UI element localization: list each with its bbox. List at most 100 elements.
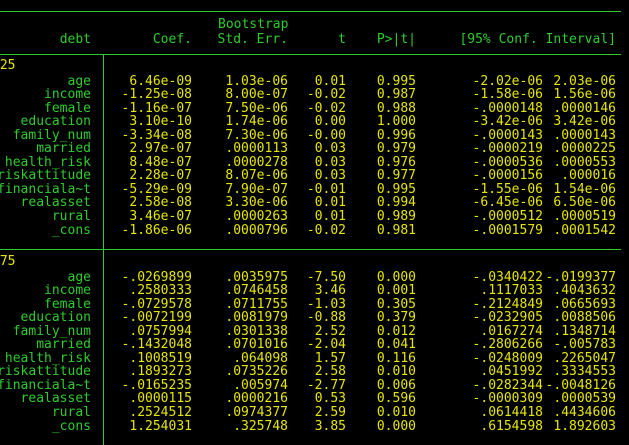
col-p-header: P>|t| <box>376 32 416 47</box>
coef-value: .0000115 <box>129 391 192 407</box>
table-row: education 3.10e-10 1.74e-06 0.00 1.000 -3.42e… <box>0 115 629 129</box>
variable-name: riskattitude <box>0 168 91 184</box>
stderr-value: 1.74e-06 <box>225 114 288 130</box>
ci-upper-value: .000016 <box>561 168 616 184</box>
table-row: realasset 2.58e-08 3.30e-06 0.01 0.994 -6.45e… <box>0 196 629 210</box>
coef-value: -.0072199 <box>121 310 192 326</box>
p-value: 0.012 <box>376 323 416 339</box>
p-value: 0.996 <box>376 127 416 143</box>
ci-upper-value: 3.42e-06 <box>553 114 616 130</box>
p-value: 0.041 <box>376 337 416 353</box>
ci-upper-value: -.005783 <box>553 337 616 353</box>
t-value: -1.03 <box>306 296 346 312</box>
p-value: 0.305 <box>376 296 416 312</box>
table-row: financiala~t -5.29e-09 7.90e-07 -0.01 0.995-… <box>0 183 629 197</box>
t-value: 0.03 <box>314 141 346 157</box>
ci-upper-value: -.0199377 <box>545 269 616 285</box>
ci-upper-value: .1348714 <box>553 323 616 339</box>
variable-name: income <box>44 87 91 103</box>
stderr-value: .0000113 <box>225 141 288 157</box>
t-value: -7.50 <box>306 269 346 285</box>
table-top-rule <box>0 11 621 12</box>
group-label-row: q75 <box>0 255 629 269</box>
t-value: 2.58 <box>314 364 346 380</box>
ci-upper-value: 2.03e-06 <box>553 73 616 89</box>
p-value: 0.981 <box>376 222 416 238</box>
p-value: 0.000 <box>376 269 416 285</box>
table-row: _cons -1.86e-06.0000796 -0.02 0.981 -.000157… <box>0 224 629 238</box>
p-value: 0.979 <box>376 141 416 157</box>
coef-value: .2580333 <box>129 283 192 299</box>
coef-value: -1.25e-08 <box>121 87 192 103</box>
stderr-value: 7.50e-06 <box>225 100 288 116</box>
stderr-value: 3.30e-06 <box>225 195 288 211</box>
ci-upper-value: .3334553 <box>553 364 616 380</box>
group-separator-rule <box>0 249 621 250</box>
t-value: -2.77 <box>306 377 346 393</box>
t-value: 0.03 <box>314 168 346 184</box>
coef-value: -.0729578 <box>121 296 192 312</box>
p-value: 0.994 <box>376 195 416 211</box>
stderr-value: .0735226 <box>225 364 288 380</box>
variable-name: education <box>20 310 91 326</box>
ci-upper-value: .2265047 <box>553 350 616 366</box>
variable-name: health_risk <box>4 154 91 170</box>
stderr-value: .005974 <box>233 377 288 393</box>
depvar-label: debt <box>59 32 91 47</box>
stderr-value: .0301338 <box>225 323 288 339</box>
stderr-value: .0746458 <box>225 283 288 299</box>
variable-name: female <box>44 100 91 116</box>
t-value: -0.01 <box>306 181 346 197</box>
table-row: financiala~t -.0165235 .005974 -2.77 0.006 -.… <box>0 379 629 393</box>
ci-upper-value: .0665693 <box>553 296 616 312</box>
col-ci-header: [95% Conf. Interval] <box>459 32 616 47</box>
stderr-value: .0081979 <box>225 310 288 326</box>
ci-upper-value: .0000539 <box>553 391 616 407</box>
variable-name: financiala~t <box>0 377 91 393</box>
stderr-value: 1.03e-06 <box>225 73 288 89</box>
p-value: 0.987 <box>376 87 416 103</box>
ci-upper-value: .0000146 <box>553 100 616 116</box>
p-value: 0.977 <box>376 168 416 184</box>
p-value: 0.988 <box>376 100 416 116</box>
coef-value: -1.86e-06 <box>121 222 192 238</box>
ci-upper-value: .4434606 <box>553 405 616 420</box>
table-row: realasset .0000115.0000216 0.53 0.596 -.0000… <box>0 392 629 406</box>
ci-upper-value: .0088506 <box>553 310 616 326</box>
stderr-value: 8.00e-07 <box>225 87 288 103</box>
t-value: 1.57 <box>314 350 346 366</box>
t-value: 0.53 <box>314 391 346 407</box>
t-value: 3.85 <box>314 418 346 434</box>
group-label: q75 <box>0 254 16 269</box>
ci-upper-value: 1.56e-06 <box>553 87 616 103</box>
stderr-value: .325748 <box>233 418 288 434</box>
variable-name: rural <box>51 209 91 224</box>
ci-upper-value: .0000553 <box>553 154 616 170</box>
stderr-value: .0000278 <box>225 154 288 170</box>
ci-upper-value: 6.50e-06 <box>553 195 616 211</box>
coef-value: -.0165235 <box>121 377 192 393</box>
variable-name: family_num <box>12 127 91 143</box>
t-value: 0.03 <box>314 154 346 170</box>
coef-value: 6.46e-09 <box>129 73 192 89</box>
p-value: 0.006 <box>376 377 416 393</box>
variable-name: age <box>67 269 91 285</box>
ci-upper-value: 1.54e-06 <box>553 181 616 197</box>
p-value: 0.116 <box>376 350 416 366</box>
stderr-value: .0000216 <box>225 391 288 407</box>
variable-name: rural <box>51 405 91 420</box>
header-bottom-rule <box>0 54 621 55</box>
ci-upper-value: -.0048126 <box>545 377 616 393</box>
coef-value: -3.34e-08 <box>121 127 192 143</box>
t-value: -0.88 <box>306 310 346 326</box>
coef-value: .1893273 <box>129 364 192 380</box>
table-row: married -.1432048.0701016 -2.04 0.041 -.2806… <box>0 338 629 352</box>
table-row: health_risk 8.48e-07.0000278 0.03 0.976 -.00… <box>0 156 629 170</box>
p-value: 1.000 <box>376 114 416 130</box>
ci-upper-value: .0000143 <box>553 127 616 143</box>
header-row-bootstrap: Bootstrap <box>0 18 629 32</box>
stderr-value: .0000263 <box>225 209 288 224</box>
coef-value: 3.10e-10 <box>129 114 192 130</box>
coef-value: 8.48e-07 <box>129 154 192 170</box>
stderr-value: .0974377 <box>225 405 288 420</box>
